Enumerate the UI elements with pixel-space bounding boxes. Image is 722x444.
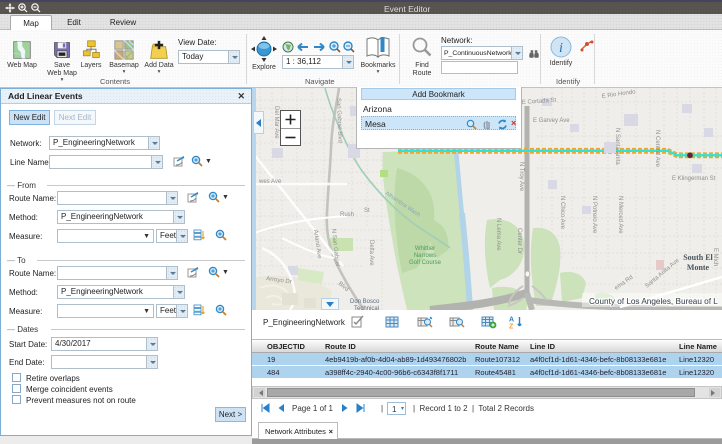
svg-text:Golf Course: Golf Course bbox=[409, 260, 442, 266]
svg-text:Z: Z bbox=[509, 324, 514, 330]
svg-text:Delta Ave: Delta Ave bbox=[368, 240, 374, 266]
svg-text:Whittier: Whittier bbox=[415, 246, 435, 252]
svg-text:E Garvey Ave: E Garvey Ave bbox=[533, 118, 570, 124]
svg-text:Center Dr: Center Dr bbox=[516, 228, 522, 254]
svg-text:Don Bosco: Don Bosco bbox=[350, 299, 380, 305]
svg-text:Narrows: Narrows bbox=[414, 253, 436, 259]
svg-text:N Potrero Ave: N Potrero Ave bbox=[591, 196, 597, 234]
svg-text:N Merced Ave: N Merced Ave bbox=[617, 196, 623, 234]
svg-text:wes Ave: wes Ave bbox=[258, 179, 282, 185]
svg-text:Monte: Monte bbox=[687, 263, 710, 272]
svg-text:St: St bbox=[364, 208, 370, 214]
svg-text:Rush: Rush bbox=[340, 212, 354, 218]
svg-text:N Troy Ave: N Troy Ave bbox=[518, 162, 524, 192]
svg-text:Del Mar Ave: Del Mar Ave bbox=[273, 106, 279, 139]
svg-text:N Chico Ave: N Chico Ave bbox=[559, 196, 565, 230]
svg-text:E Klingerman St: E Klingerman St bbox=[672, 176, 716, 182]
svg-text:N Santa Anita: N Santa Anita bbox=[614, 128, 620, 165]
svg-text:N Central Ave: N Central Ave bbox=[654, 130, 660, 168]
svg-text:E Mich: E Mich bbox=[712, 248, 718, 266]
svg-text:A: A bbox=[509, 317, 514, 324]
svg-text:N Lema Ave: N Lema Ave bbox=[495, 218, 501, 251]
svg-text:i: i bbox=[559, 41, 563, 56]
svg-text:County of Los Angeles, Bureau: County of Los Angeles, Bureau of L bbox=[589, 297, 718, 306]
svg-text:South El: South El bbox=[683, 253, 713, 262]
